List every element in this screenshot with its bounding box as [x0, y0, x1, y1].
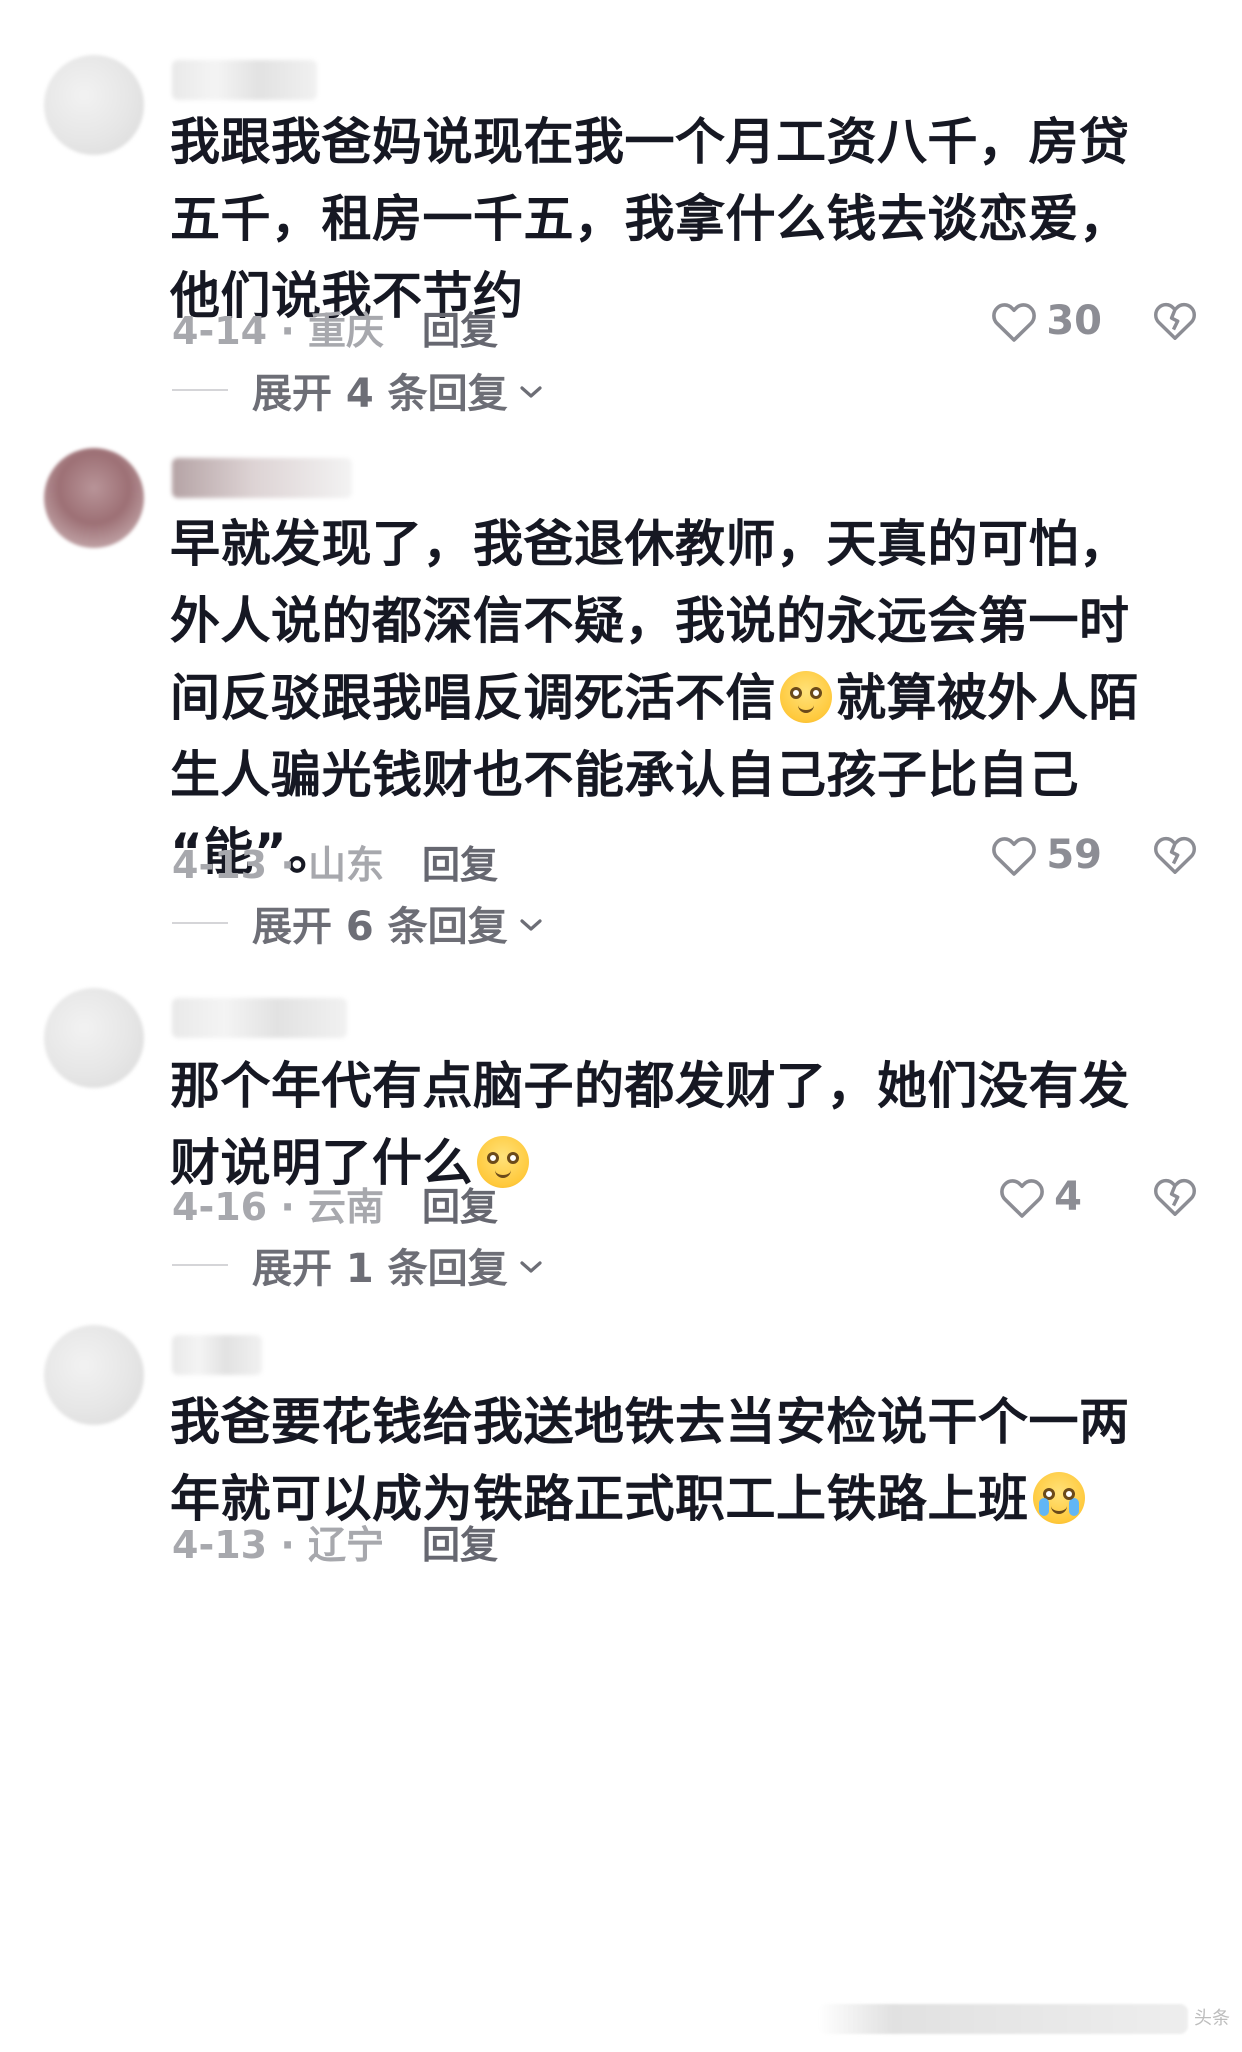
avatar[interactable] — [44, 55, 144, 155]
chevron-down-icon — [520, 386, 542, 398]
broken-heart-icon — [1154, 836, 1196, 874]
dislike-button[interactable] — [1152, 1174, 1198, 1227]
reply-button[interactable]: 回复 — [422, 300, 498, 355]
like-count: 4 — [1054, 1174, 1082, 1220]
expand-replies-label: 展开 6 条回复 — [252, 904, 508, 950]
chevron-down-icon — [520, 1261, 542, 1273]
comment-date-location: 4-13 · 辽宁 — [172, 1523, 384, 1567]
comment-meta: 4-14 · 重庆 回复 30 — [172, 298, 1212, 353]
like-button[interactable]: 4 — [998, 1174, 1082, 1220]
reply-button[interactable]: 回复 — [422, 834, 498, 889]
heart-outline-icon — [992, 303, 1037, 342]
avatar[interactable] — [44, 1325, 144, 1425]
watermark-bar — [818, 2004, 1188, 2034]
divider — [172, 1264, 228, 1266]
avatar[interactable] — [44, 448, 144, 548]
username-blurred[interactable] — [172, 998, 347, 1038]
heart-outline-icon — [1000, 1179, 1045, 1218]
dislike-button[interactable] — [1152, 832, 1198, 885]
smirk-emoji-icon — [780, 671, 832, 723]
expand-replies-button[interactable]: 展开 4 条回复 — [172, 365, 544, 417]
comment-date-location: 4-16 · 云南 — [172, 1185, 384, 1229]
expand-replies-label: 展开 4 条回复 — [252, 371, 508, 417]
comment-date-location: 4-13 · 山东 — [172, 843, 384, 887]
comment-meta: 4-13 · 山东 回复 59 — [172, 832, 1212, 887]
like-count: 59 — [1046, 832, 1102, 878]
reply-button[interactable]: 回复 — [422, 1176, 498, 1231]
expand-replies-button[interactable]: 展开 1 条回复 — [172, 1240, 544, 1292]
chevron-down-icon — [520, 919, 542, 931]
watermark-text: 头条 — [1194, 2008, 1230, 2029]
like-count: 30 — [1046, 298, 1102, 344]
divider — [172, 389, 228, 391]
reply-button[interactable]: 回复 — [422, 1514, 498, 1569]
like-button[interactable]: 30 — [990, 298, 1102, 344]
broken-heart-icon — [1154, 1178, 1196, 1216]
username-blurred[interactable] — [172, 60, 317, 100]
username-blurred[interactable] — [172, 458, 352, 498]
dislike-button[interactable] — [1152, 298, 1198, 351]
divider — [172, 922, 228, 924]
comment-date-location: 4-14 · 重庆 — [172, 309, 384, 353]
expand-replies-label: 展开 1 条回复 — [252, 1246, 508, 1292]
comment-meta: 4-13 · 辽宁 回复 — [172, 1514, 1212, 1567]
broken-heart-icon — [1154, 302, 1196, 340]
username-blurred[interactable] — [172, 1335, 262, 1375]
like-button[interactable]: 59 — [990, 832, 1102, 878]
comment-meta: 4-16 · 云南 回复 4 — [172, 1174, 1212, 1229]
heart-outline-icon — [992, 837, 1037, 876]
watermark: 头条 — [818, 2004, 1230, 2034]
expand-replies-button[interactable]: 展开 6 条回复 — [172, 898, 544, 950]
avatar[interactable] — [44, 988, 144, 1088]
